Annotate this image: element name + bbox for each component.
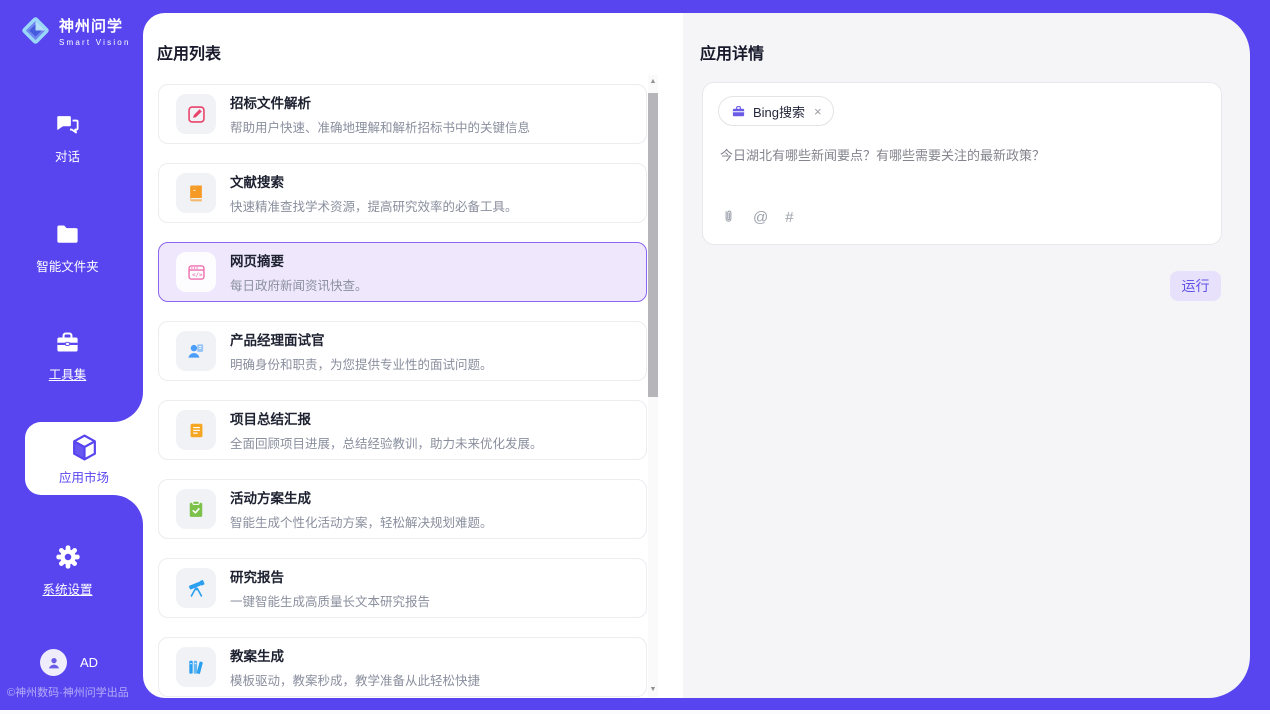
app-description: 智能生成个性化活动方案，轻松解决规划难题。 (230, 512, 493, 531)
app-detail-panel: 应用详情 Bing搜索 × 今日湖北有哪些新闻要点？有哪些需要关注的最新政策？ (683, 13, 1250, 698)
app-name: 研究报告 (230, 566, 430, 586)
app-card[interactable]: 文献搜索 快速精准查找学术资源，提高研究效率的必备工具。 (158, 163, 647, 223)
tool-tag-bing-search[interactable]: Bing搜索 × (718, 96, 834, 126)
sidebar-item-chat[interactable]: 对话 (0, 111, 135, 165)
folder-icon (54, 221, 81, 248)
sidebar-item-smart-folder[interactable]: 智能文件夹 (0, 221, 135, 275)
sidebar-footer-text: ©神州数码·神州问学出品 (7, 684, 143, 700)
telescope-icon (176, 568, 216, 608)
app-name: 网页摘要 (230, 250, 368, 270)
sidebar-item-settings[interactable]: 系统设置 (0, 543, 135, 598)
diamond-logo-icon (18, 13, 53, 48)
app-name: 活动方案生成 (230, 487, 493, 507)
app-name: 产品经理面试官 (230, 329, 493, 349)
brand-name: 神州问学 (59, 15, 131, 36)
cube-icon (69, 432, 100, 463)
sidebar: 神州问学 Smart Vision 对话 智能文件夹 (0, 0, 143, 710)
app-card[interactable]: 招标文件解析 帮助用户快速、准确地理解和解析招标书中的关键信息 (158, 84, 647, 144)
run-button[interactable]: 运行 (1170, 271, 1221, 301)
toolbox-icon (54, 329, 81, 356)
mention-icon[interactable]: @ (753, 210, 768, 225)
notepad-icon (176, 410, 216, 450)
app-list-panel: 应用列表 招标文件解析 帮助用户快速、准确地理解和解析招标书中的关键信息 文献搜… (143, 13, 683, 698)
chat-icon (54, 111, 81, 138)
app-card[interactable]: 教案生成 模板驱动，教案秒成，教学准备从此轻松快捷 (158, 637, 647, 697)
avatar (40, 649, 67, 676)
person-doc-icon (176, 331, 216, 371)
app-list-title: 应用列表 (157, 40, 221, 64)
scrollbar-thumb[interactable] (648, 93, 658, 397)
sidebar-item-app-market[interactable]: 应用市场 (25, 422, 143, 495)
active-tab-bottom-curve (113, 495, 143, 525)
app-frame: 神州问学 Smart Vision 对话 智能文件夹 (0, 0, 1270, 710)
app-card[interactable]: 项目总结汇报 全面回顾项目进展，总结经验教训，助力未来优化发展。 (158, 400, 647, 460)
app-name: 招标文件解析 (230, 92, 530, 112)
app-list: 招标文件解析 帮助用户快速、准确地理解和解析招标书中的关键信息 文献搜索 快速精… (158, 84, 647, 698)
app-card[interactable]: 产品经理面试官 明确身份和职责，为您提供专业性的面试问题。 (158, 321, 647, 381)
close-icon[interactable]: × (814, 104, 822, 119)
briefcase-icon (731, 104, 746, 119)
scrollbar-track[interactable]: ▲ ▼ (648, 75, 658, 697)
user-name: AD (80, 655, 98, 670)
sidebar-item-label: 应用市场 (59, 467, 109, 486)
app-description: 每日政府新闻资讯快查。 (230, 275, 368, 294)
app-name: 教案生成 (230, 645, 480, 665)
scroll-down-icon[interactable]: ▼ (648, 685, 658, 695)
sidebar-item-label: 工具集 (49, 364, 87, 383)
app-description: 一键智能生成高质量长文本研究报告 (230, 591, 430, 610)
gear-icon (54, 543, 82, 571)
topic-icon[interactable]: # (785, 210, 793, 225)
prompt-card: Bing搜索 × 今日湖北有哪些新闻要点？有哪些需要关注的最新政策？ @ # (702, 82, 1222, 245)
browser-code-icon: </> (176, 252, 216, 292)
paperclip-icon[interactable] (721, 209, 736, 225)
app-name: 项目总结汇报 (230, 408, 543, 428)
brand-logo: 神州问学 Smart Vision (18, 13, 131, 48)
sidebar-item-label: 系统设置 (42, 579, 92, 598)
book-icon (176, 173, 216, 213)
app-card[interactable]: 研究报告 一键智能生成高质量长文本研究报告 (158, 558, 647, 618)
query-input[interactable]: 今日湖北有哪些新闻要点？有哪些需要关注的最新政策？ (720, 145, 1200, 164)
pen-square-icon (176, 94, 216, 134)
brand-subtitle: Smart Vision (59, 38, 131, 47)
svg-text:</>: </> (192, 272, 203, 278)
app-description: 明确身份和职责，为您提供专业性的面试问题。 (230, 354, 493, 373)
app-card[interactable]: 活动方案生成 智能生成个性化活动方案，轻松解决规划难题。 (158, 479, 647, 539)
app-name: 文献搜索 (230, 171, 518, 191)
sidebar-item-toolset[interactable]: 工具集 (0, 329, 135, 383)
app-description: 帮助用户快速、准确地理解和解析招标书中的关键信息 (230, 117, 530, 136)
app-description: 快速精准查找学术资源，提高研究效率的必备工具。 (230, 196, 518, 215)
app-detail-title: 应用详情 (700, 40, 764, 64)
scroll-up-icon[interactable]: ▲ (648, 77, 658, 87)
app-description: 模板驱动，教案秒成，教学准备从此轻松快捷 (230, 670, 480, 689)
user-account[interactable]: AD (40, 649, 98, 676)
books-icon (176, 647, 216, 687)
sidebar-item-label: 智能文件夹 (36, 256, 99, 275)
tool-tag-label: Bing搜索 (753, 102, 805, 121)
app-description: 全面回顾项目进展，总结经验教训，助力未来优化发展。 (230, 433, 543, 452)
sidebar-item-label: 对话 (55, 146, 80, 165)
active-tab-top-curve (113, 392, 143, 422)
clipboard-check-icon (176, 489, 216, 529)
app-card[interactable]: </> 网页摘要 每日政府新闻资讯快查。 (158, 242, 647, 302)
